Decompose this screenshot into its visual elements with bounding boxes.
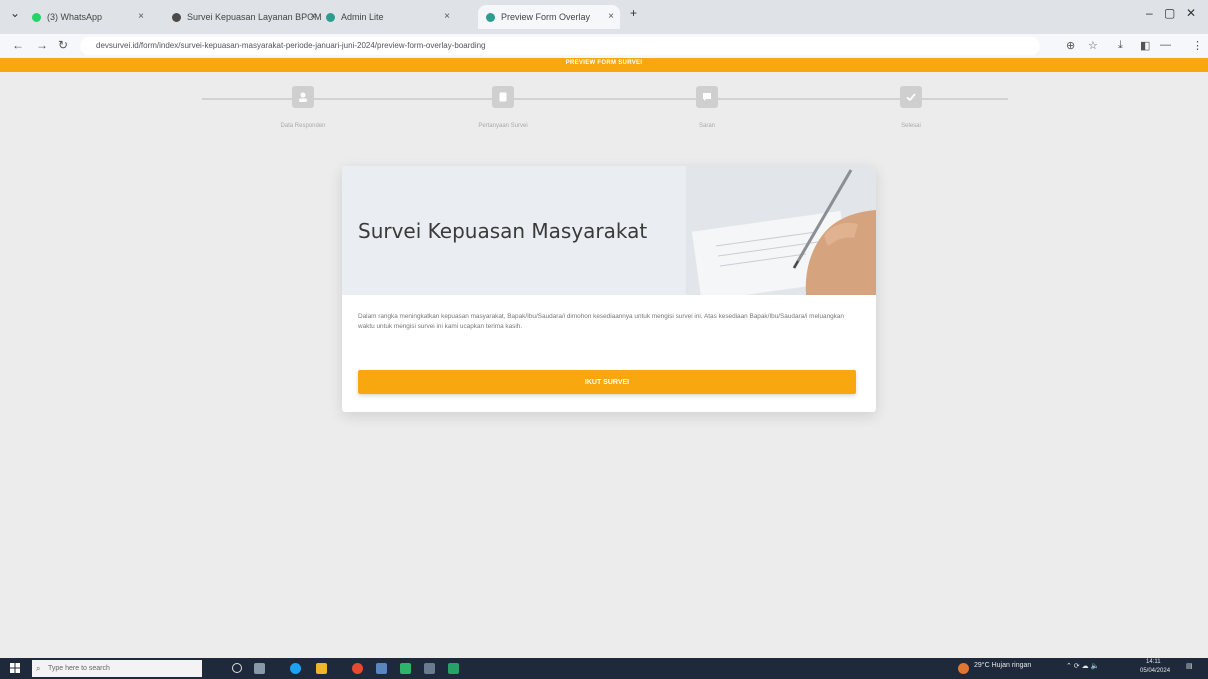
extensions-icon[interactable]: —	[1160, 39, 1171, 51]
tab-preview-form[interactable]: Preview Form Overlay ×	[478, 5, 620, 29]
stepper-line	[202, 98, 1008, 100]
step-selesai	[900, 86, 922, 108]
bookmark-star-icon[interactable]: ☆	[1088, 39, 1098, 52]
step-pertanyaan	[492, 86, 514, 108]
file-explorer-icon[interactable]	[316, 663, 327, 674]
weather-text[interactable]: 29°C Hujan ringan	[974, 662, 1031, 669]
menu-kebab-icon[interactable]: ⋮	[1192, 39, 1203, 52]
hand-writing-illustration	[686, 166, 876, 295]
edge-icon[interactable]	[290, 663, 301, 674]
whatsapp-favicon-icon	[32, 12, 41, 22]
close-tab-icon[interactable]: ×	[608, 11, 614, 22]
clock-time[interactable]: 14:11	[1146, 659, 1161, 665]
system-tray-icons[interactable]: ⌃ ⟳ ☁ 🔈	[1066, 662, 1099, 670]
windows-taskbar: ⌕ Type here to search 29°C Hujan ringan …	[0, 658, 1208, 679]
close-window-icon[interactable]: ✕	[1186, 6, 1196, 20]
search-icon: ⌕	[36, 664, 41, 673]
side-panel-icon[interactable]: ◧	[1140, 39, 1150, 52]
clock-date[interactable]: 05/04/2024	[1140, 668, 1170, 674]
document-icon	[499, 92, 507, 102]
close-tab-icon[interactable]: ×	[138, 11, 144, 22]
card-hero: Survei Kepuasan Masyarakat	[342, 166, 876, 295]
tab-whatsapp[interactable]: (3) WhatsApp ×	[32, 5, 150, 29]
preview-favicon-icon	[486, 12, 495, 22]
app-icon[interactable]	[400, 663, 411, 674]
app-icon[interactable]	[424, 663, 435, 674]
tab-survei-kepuasan[interactable]: Survei Kepuasan Layanan BPOM ×	[172, 5, 322, 29]
preview-banner: PREVIEW FORM SURVEI	[0, 58, 1208, 72]
globe-favicon-icon	[172, 12, 181, 22]
step-label: Data Responden	[280, 123, 326, 129]
card-title: Survei Kepuasan Masyarakat	[358, 219, 648, 243]
tab-label: Admin Lite	[341, 12, 384, 22]
browser-tab-strip: ⌄ (3) WhatsApp × Survei Kepuasan Layanan…	[0, 0, 1208, 34]
maximize-icon[interactable]: ▢	[1164, 6, 1175, 20]
windows-start-icon[interactable]	[10, 663, 20, 673]
new-tab-button[interactable]: +	[630, 6, 637, 20]
download-icon[interactable]: ⤓	[1118, 39, 1123, 52]
notification-icon[interactable]: ▤	[1186, 662, 1193, 670]
reload-icon[interactable]: ↻	[58, 38, 68, 52]
close-tab-icon[interactable]: ×	[444, 11, 450, 22]
step-data-responden	[292, 86, 314, 108]
translate-icon[interactable]: ⊕	[1066, 39, 1075, 52]
task-view-icon[interactable]	[254, 663, 265, 674]
tab-label: Survei Kepuasan Layanan BPOM	[187, 12, 322, 22]
url-text: devsurvei.id/form/index/survei-kepuasan-…	[96, 41, 486, 50]
comment-icon	[703, 93, 711, 101]
active-app-icon[interactable]	[376, 663, 387, 674]
cortana-icon[interactable]	[232, 663, 242, 673]
card-description: Dalam rangka meningkatkan kepuasan masya…	[358, 313, 844, 330]
minimize-icon[interactable]: –	[1146, 6, 1153, 20]
taskbar-search-box[interactable]: ⌕ Type here to search	[32, 660, 202, 677]
weather-icon[interactable]	[958, 663, 969, 674]
check-icon	[906, 93, 916, 102]
preview-banner-label: PREVIEW FORM SURVEI	[565, 60, 643, 66]
step-label: Selesai	[901, 123, 921, 129]
tab-search-icon[interactable]: ⌄	[10, 6, 20, 20]
tab-label: Preview Form Overlay	[501, 12, 591, 22]
back-icon[interactable]: ←	[12, 38, 24, 52]
close-tab-icon[interactable]: ×	[310, 11, 316, 22]
user-icon	[299, 92, 307, 102]
tab-label: (3) WhatsApp	[47, 12, 103, 22]
taskbar-search-placeholder: Type here to search	[48, 665, 110, 672]
survey-intro-card: Survei Kepuasan Masyarakat Dalam rangka …	[342, 166, 876, 412]
forward-icon[interactable]: →	[36, 38, 48, 52]
admin-favicon-icon	[326, 12, 335, 22]
ikut-survei-button[interactable]: IKUT SURVEI	[358, 370, 856, 394]
url-field[interactable]: devsurvei.id/form/index/survei-kepuasan-…	[80, 37, 1040, 55]
chrome-icon[interactable]	[352, 663, 363, 674]
step-label: Pertanyaan Survei	[478, 123, 528, 129]
tab-admin-lite[interactable]: Admin Lite ×	[326, 5, 456, 29]
step-label: Saran	[698, 123, 715, 129]
address-bar-row: ← → ↻ devsurvei.id/form/index/survei-kep…	[0, 34, 1208, 59]
app-icon[interactable]	[448, 663, 459, 674]
step-saran	[696, 86, 718, 108]
